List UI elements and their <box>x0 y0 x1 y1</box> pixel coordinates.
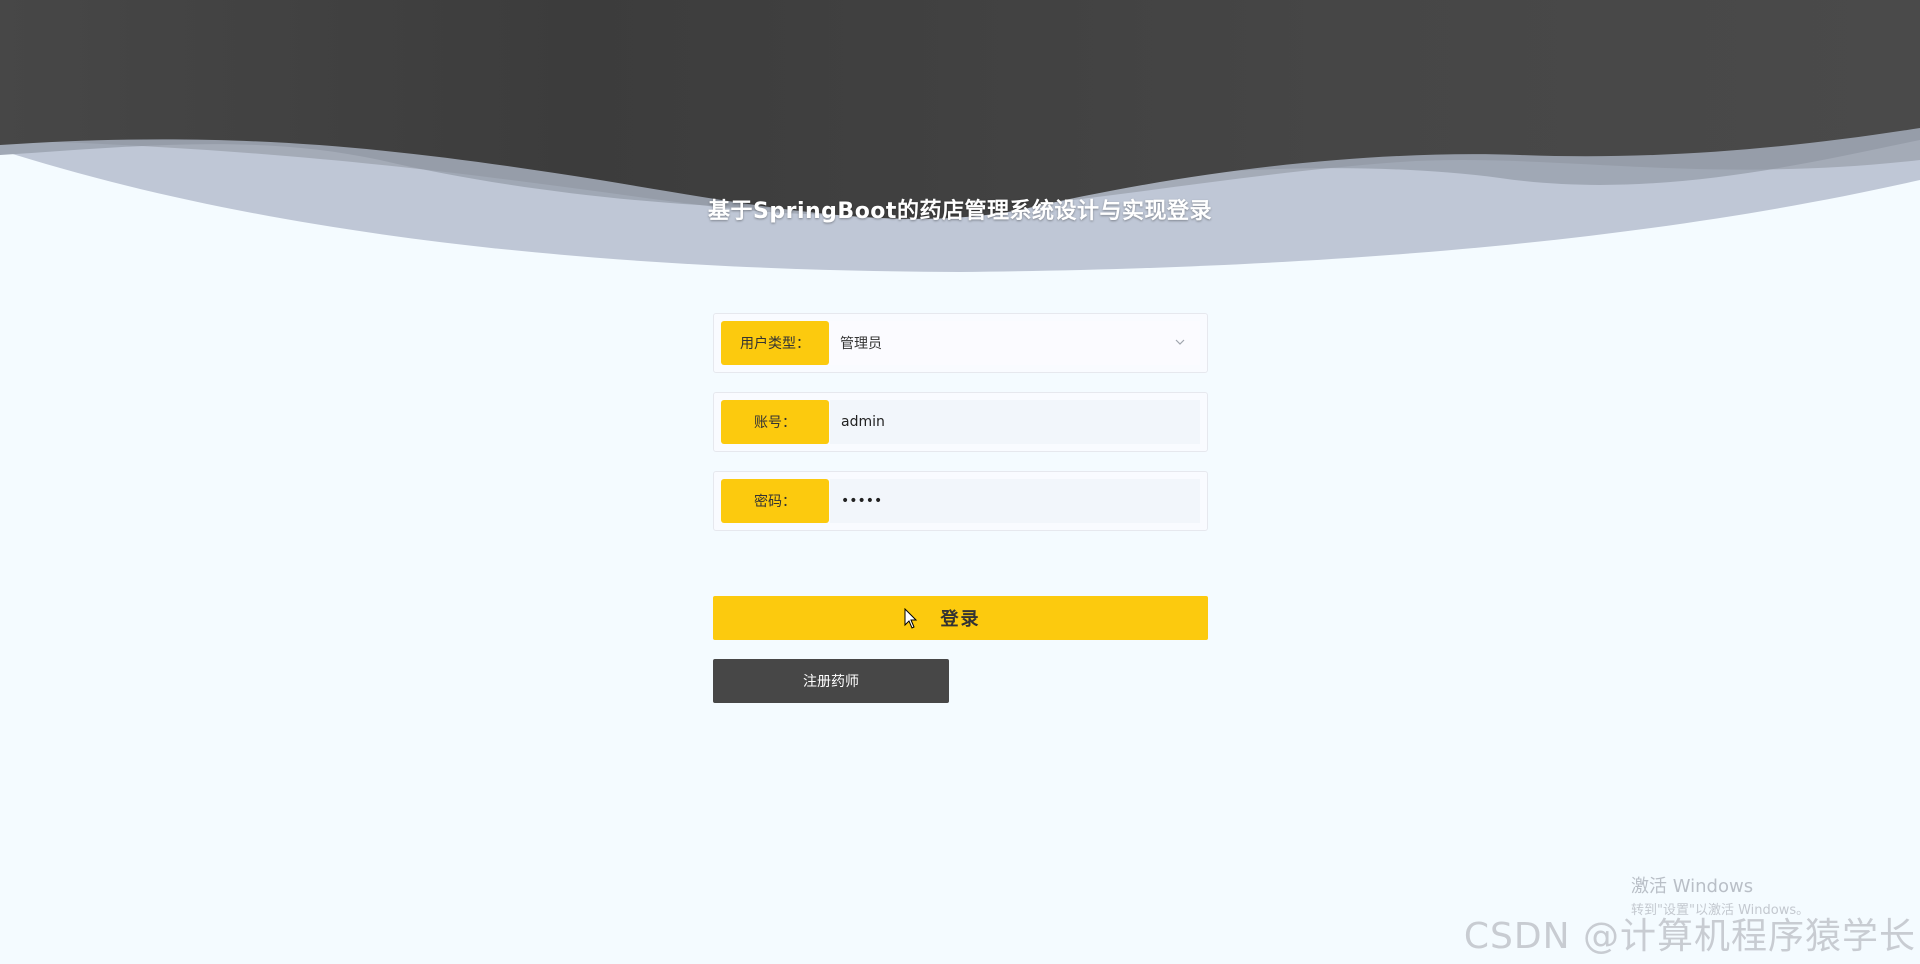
login-page: 基于SpringBoot的药店管理系统设计与实现登录 用户类型： 管理员 账号：… <box>0 0 1920 964</box>
user-type-select[interactable]: 管理员 <box>830 321 1200 365</box>
login-form: 用户类型： 管理员 账号： 密码： 登录 注册药师 <box>713 313 1208 703</box>
header-wave-background <box>0 0 1920 290</box>
account-label: 账号： <box>721 400 829 444</box>
chevron-down-icon <box>1175 339 1185 345</box>
cursor-icon <box>904 608 918 629</box>
page-title: 基于SpringBoot的药店管理系统设计与实现登录 <box>708 199 1212 224</box>
user-type-row: 用户类型： 管理员 <box>713 313 1208 373</box>
register-pharmacist-button[interactable]: 注册药师 <box>713 659 949 703</box>
login-button[interactable]: 登录 <box>713 596 1208 640</box>
user-type-label: 用户类型： <box>721 321 829 365</box>
user-type-selected-value: 管理员 <box>840 336 882 352</box>
account-input[interactable] <box>830 400 1200 444</box>
password-label: 密码： <box>721 479 829 523</box>
account-row: 账号： <box>713 392 1208 452</box>
password-input[interactable] <box>830 479 1200 523</box>
windows-activation-title: 激活 Windows <box>1631 876 1754 897</box>
password-row: 密码： <box>713 471 1208 531</box>
csdn-watermark: CSDN @计算机程序猿学长 <box>1463 916 1916 957</box>
